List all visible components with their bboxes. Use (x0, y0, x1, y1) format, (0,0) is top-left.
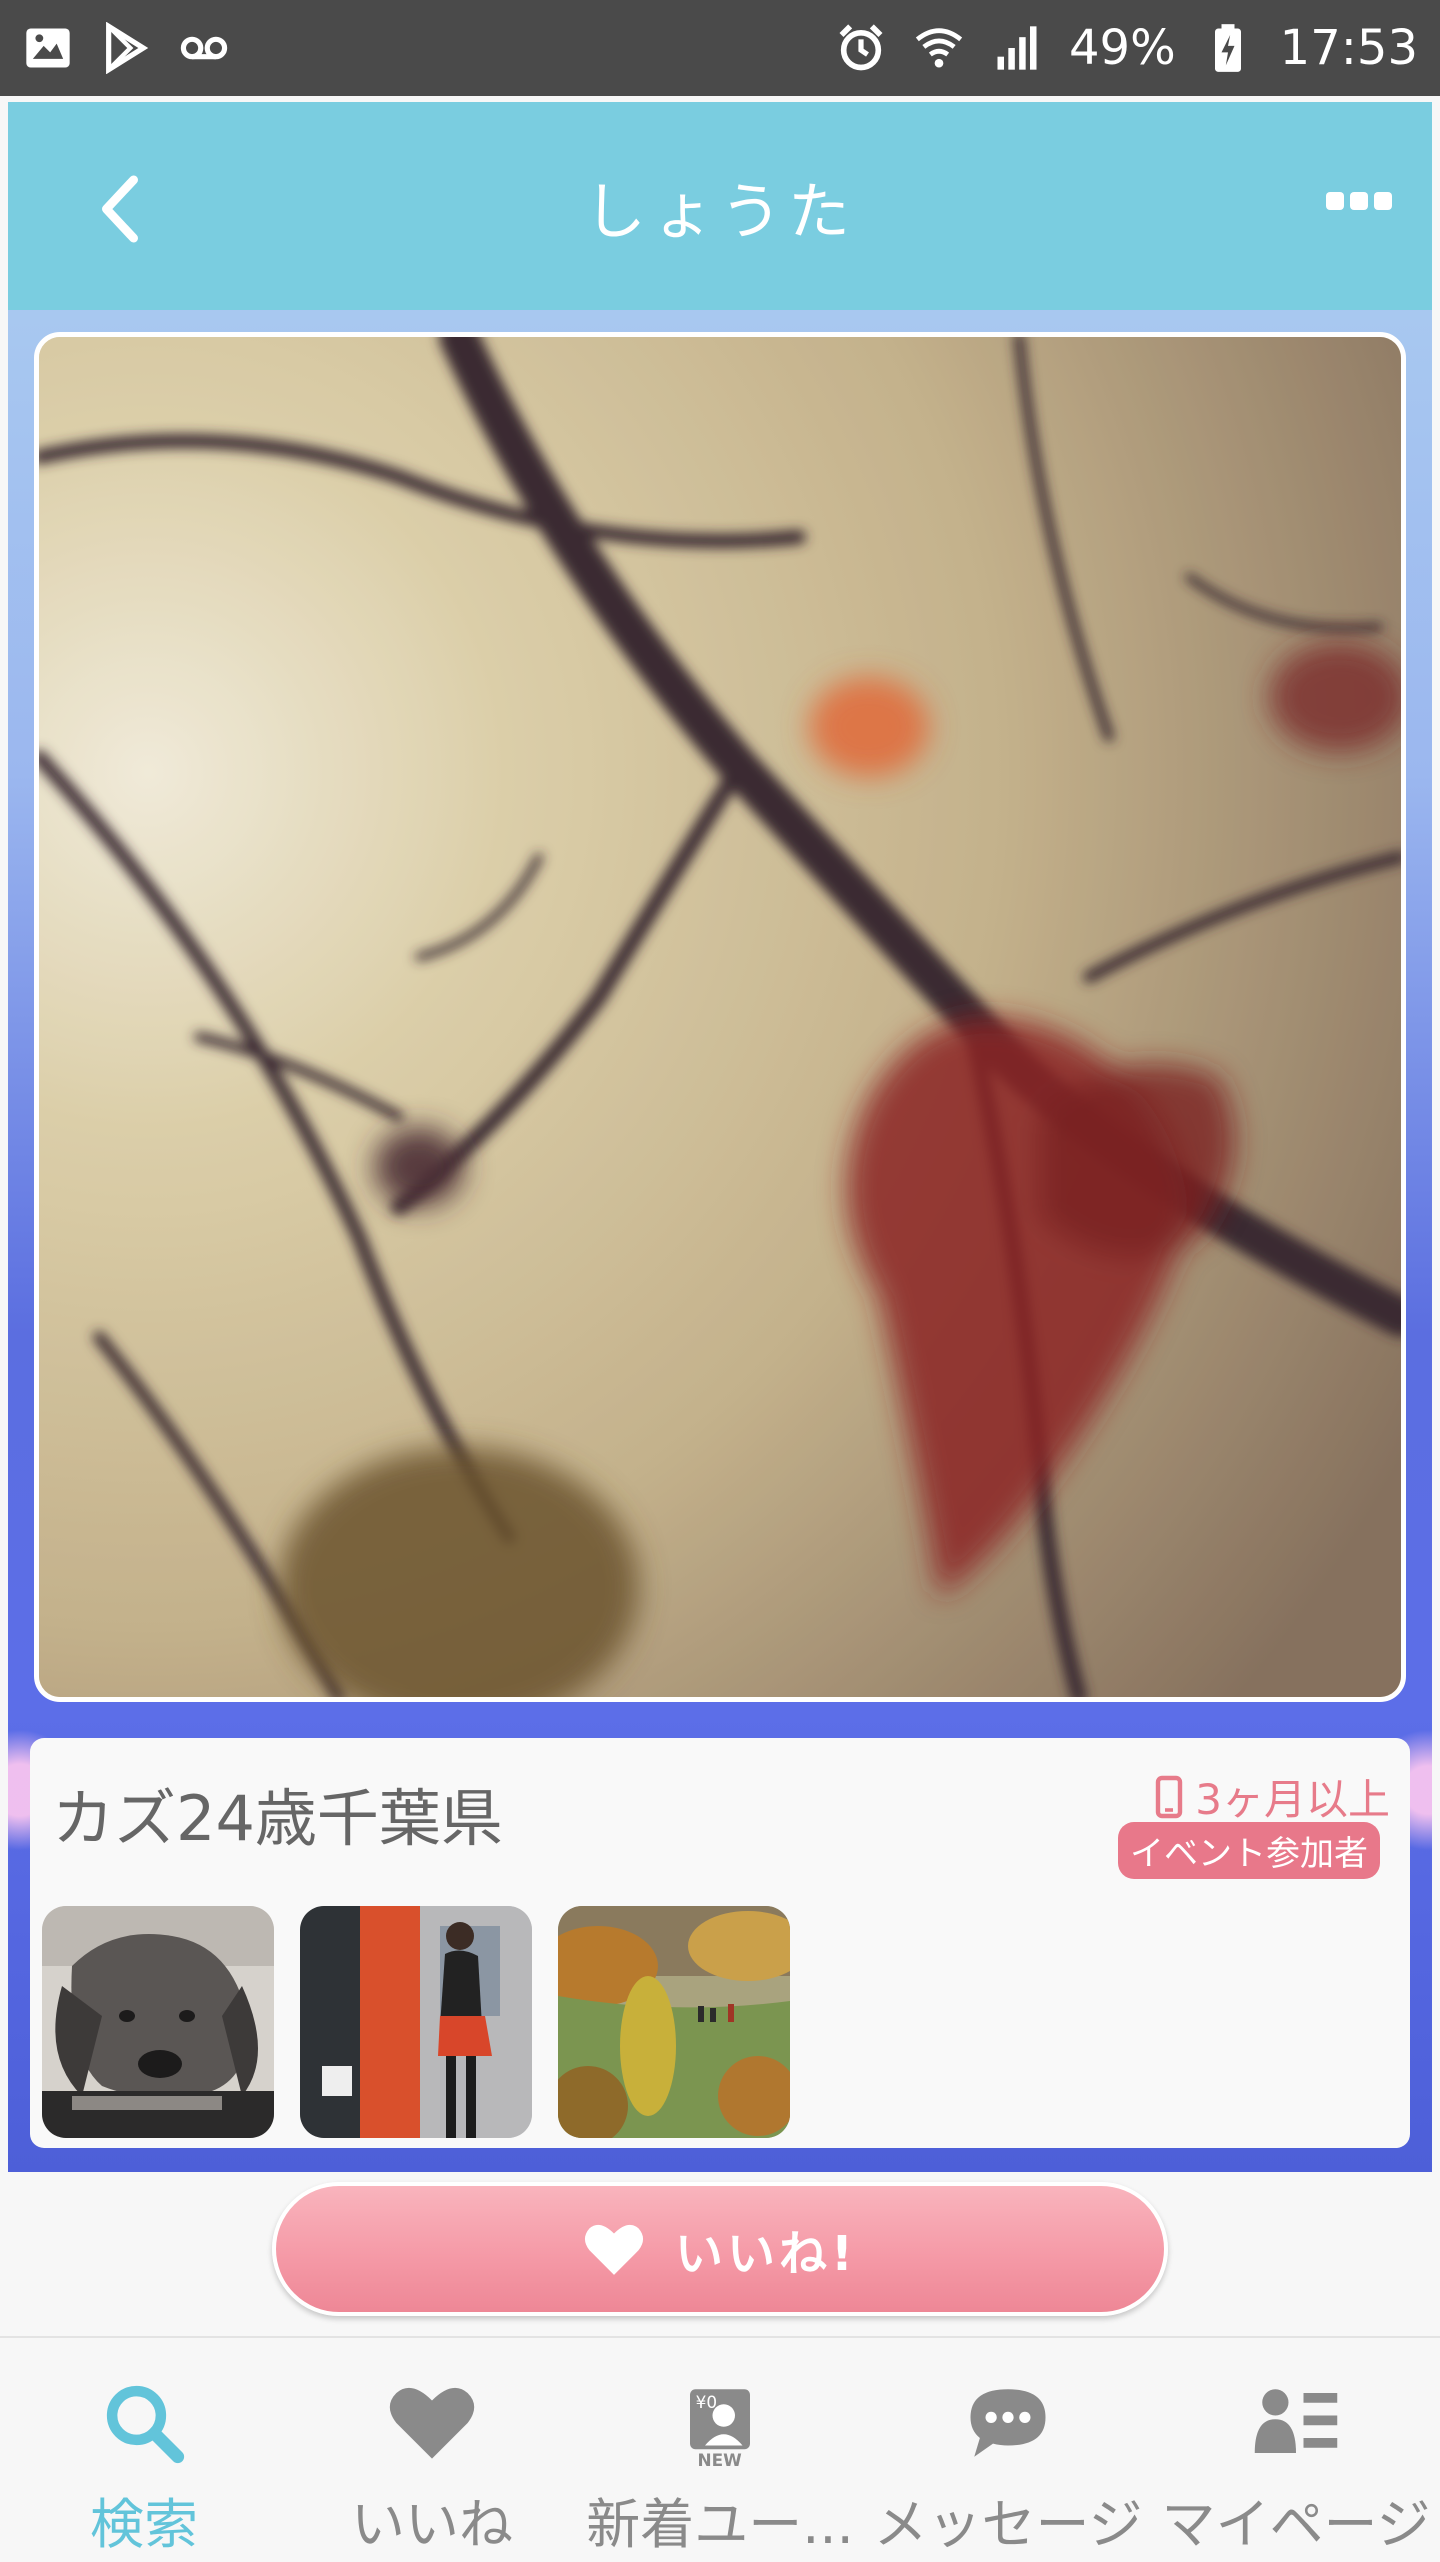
woman-photo (300, 1906, 532, 2138)
play-store-icon (106, 22, 149, 74)
phone-icon (1156, 1775, 1183, 1818)
dog-photo (42, 1906, 274, 2138)
clock: 17:53 (1279, 20, 1418, 76)
page-title: しょうた (583, 175, 856, 248)
nav-item-likes[interactable]: いいね (288, 2338, 576, 2562)
chat-bubble-icon (970, 2389, 1046, 2457)
battery-percent: 49% (1068, 20, 1176, 76)
nav-item-mypage[interactable]: マイページ (1152, 2338, 1440, 2562)
last-login-text: 3ヶ月以上 (1195, 1775, 1390, 1824)
search-icon (106, 2385, 185, 2464)
profile-info-card: カズ24歳千葉県 3ヶ月以上 イベント参加者 (30, 1738, 1410, 2148)
svg-text:NEW: NEW (698, 2450, 743, 2468)
profile-list-icon (1254, 2389, 1338, 2453)
autumn-park-photo (558, 1906, 790, 2138)
more-icon-dot (1374, 192, 1392, 210)
nav-item-search[interactable]: 検索 (0, 2338, 288, 2562)
nav-item-new-users[interactable]: ¥0 NEW 新着ユー... (576, 2338, 864, 2562)
photo-thumbnails (42, 1906, 790, 2138)
like-button[interactable]: いいね! (272, 2182, 1168, 2316)
back-button[interactable] (90, 174, 150, 244)
nav-label-new-users: 新着ユー... (586, 2493, 854, 2556)
heart-icon (584, 2224, 644, 2275)
thumbnail-dog[interactable] (42, 1906, 274, 2138)
alarm-icon (839, 24, 883, 71)
voicemail-icon (180, 36, 228, 60)
more-icon-dot (1350, 192, 1368, 210)
status-bar: 49% 17:53 (0, 0, 1440, 96)
wifi-icon (915, 28, 963, 68)
bottom-navigation: 検索 いいね ¥0 NEW 新着ユー... メッセージ マイページ (0, 2336, 1440, 2560)
autumn-branch-photo (39, 337, 1401, 1697)
like-button-label: いいね! (675, 2226, 857, 2282)
svg-text:¥0: ¥0 (696, 2392, 717, 2412)
profile-summary: カズ24歳千葉県 (52, 1782, 503, 1855)
header-bar: しょうた (8, 102, 1432, 310)
thumbnail-autumn-park[interactable] (558, 1906, 790, 2138)
thumbnail-woman[interactable] (300, 1906, 532, 2138)
status-left (22, 22, 230, 74)
battery-charging-icon (1214, 24, 1241, 72)
status-right: 49% 17:53 (835, 20, 1418, 76)
main-profile-photo[interactable] (34, 332, 1406, 1702)
more-icon-dot (1326, 192, 1344, 210)
nav-label-messages: メッセージ (873, 2493, 1143, 2556)
nav-item-messages[interactable]: メッセージ (864, 2338, 1152, 2562)
event-participant-badge: イベント参加者 (1118, 1822, 1380, 1879)
image-icon (26, 28, 70, 68)
heart-icon (389, 2387, 475, 2459)
signal-icon (997, 26, 1037, 70)
nav-label-mypage: マイページ (1161, 2493, 1431, 2556)
more-button[interactable] (1326, 192, 1392, 218)
new-user-icon: ¥0 NEW (690, 2389, 750, 2468)
nav-label-search: 検索 (90, 2493, 198, 2556)
nav-label-likes: いいね (351, 2493, 513, 2556)
last-login-status: 3ヶ月以上 (1155, 1766, 1390, 1827)
